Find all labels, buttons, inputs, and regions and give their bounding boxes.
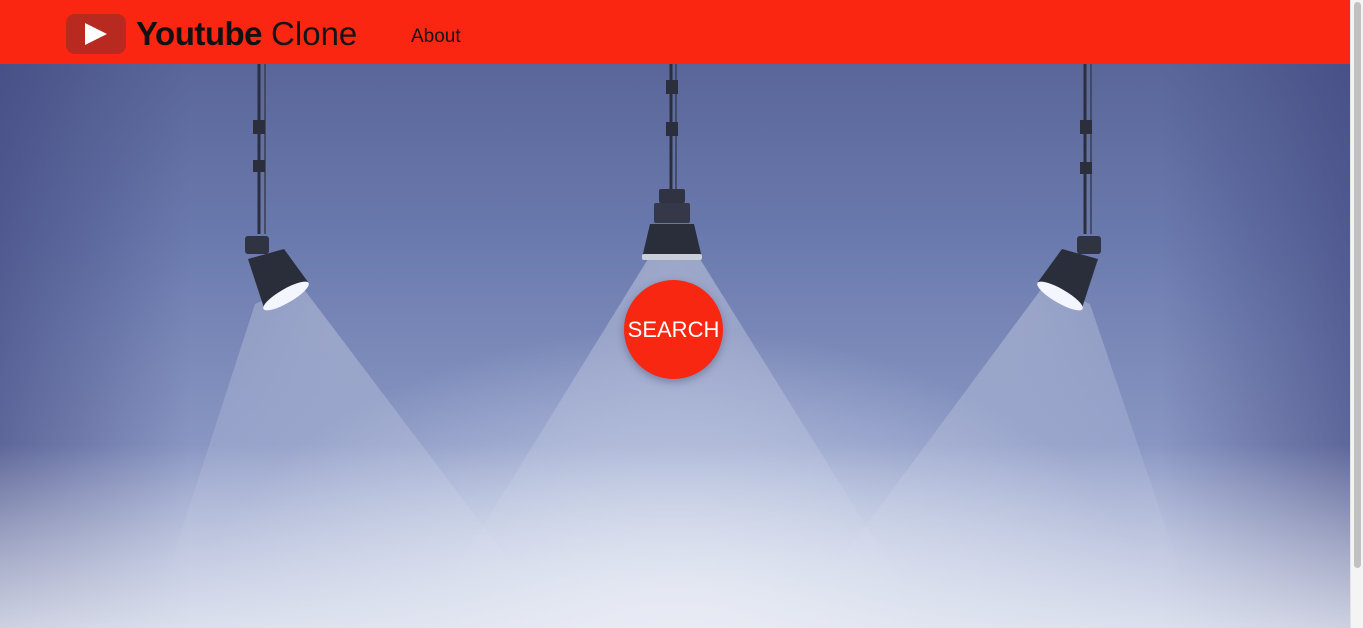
brand-name-bold: Youtube xyxy=(136,15,263,52)
nav-link-about[interactable]: About xyxy=(411,26,461,48)
brand-name-light: Clone xyxy=(271,15,358,52)
brand-home-link[interactable]: Youtube Clone xyxy=(66,14,357,54)
left-spotlight xyxy=(245,64,309,311)
search-button[interactable]: SEARCH xyxy=(624,280,723,379)
youtube-logo xyxy=(66,14,126,54)
right-spotlight xyxy=(1037,64,1101,311)
center-spotlight xyxy=(642,64,702,260)
page: Youtube Clone About SEARCH xyxy=(0,0,1363,628)
navbar: Youtube Clone About xyxy=(0,0,1350,64)
vertical-scrollbar[interactable] xyxy=(1350,0,1363,628)
play-icon xyxy=(85,23,107,45)
scrollbar-thumb[interactable] xyxy=(1354,2,1361,568)
